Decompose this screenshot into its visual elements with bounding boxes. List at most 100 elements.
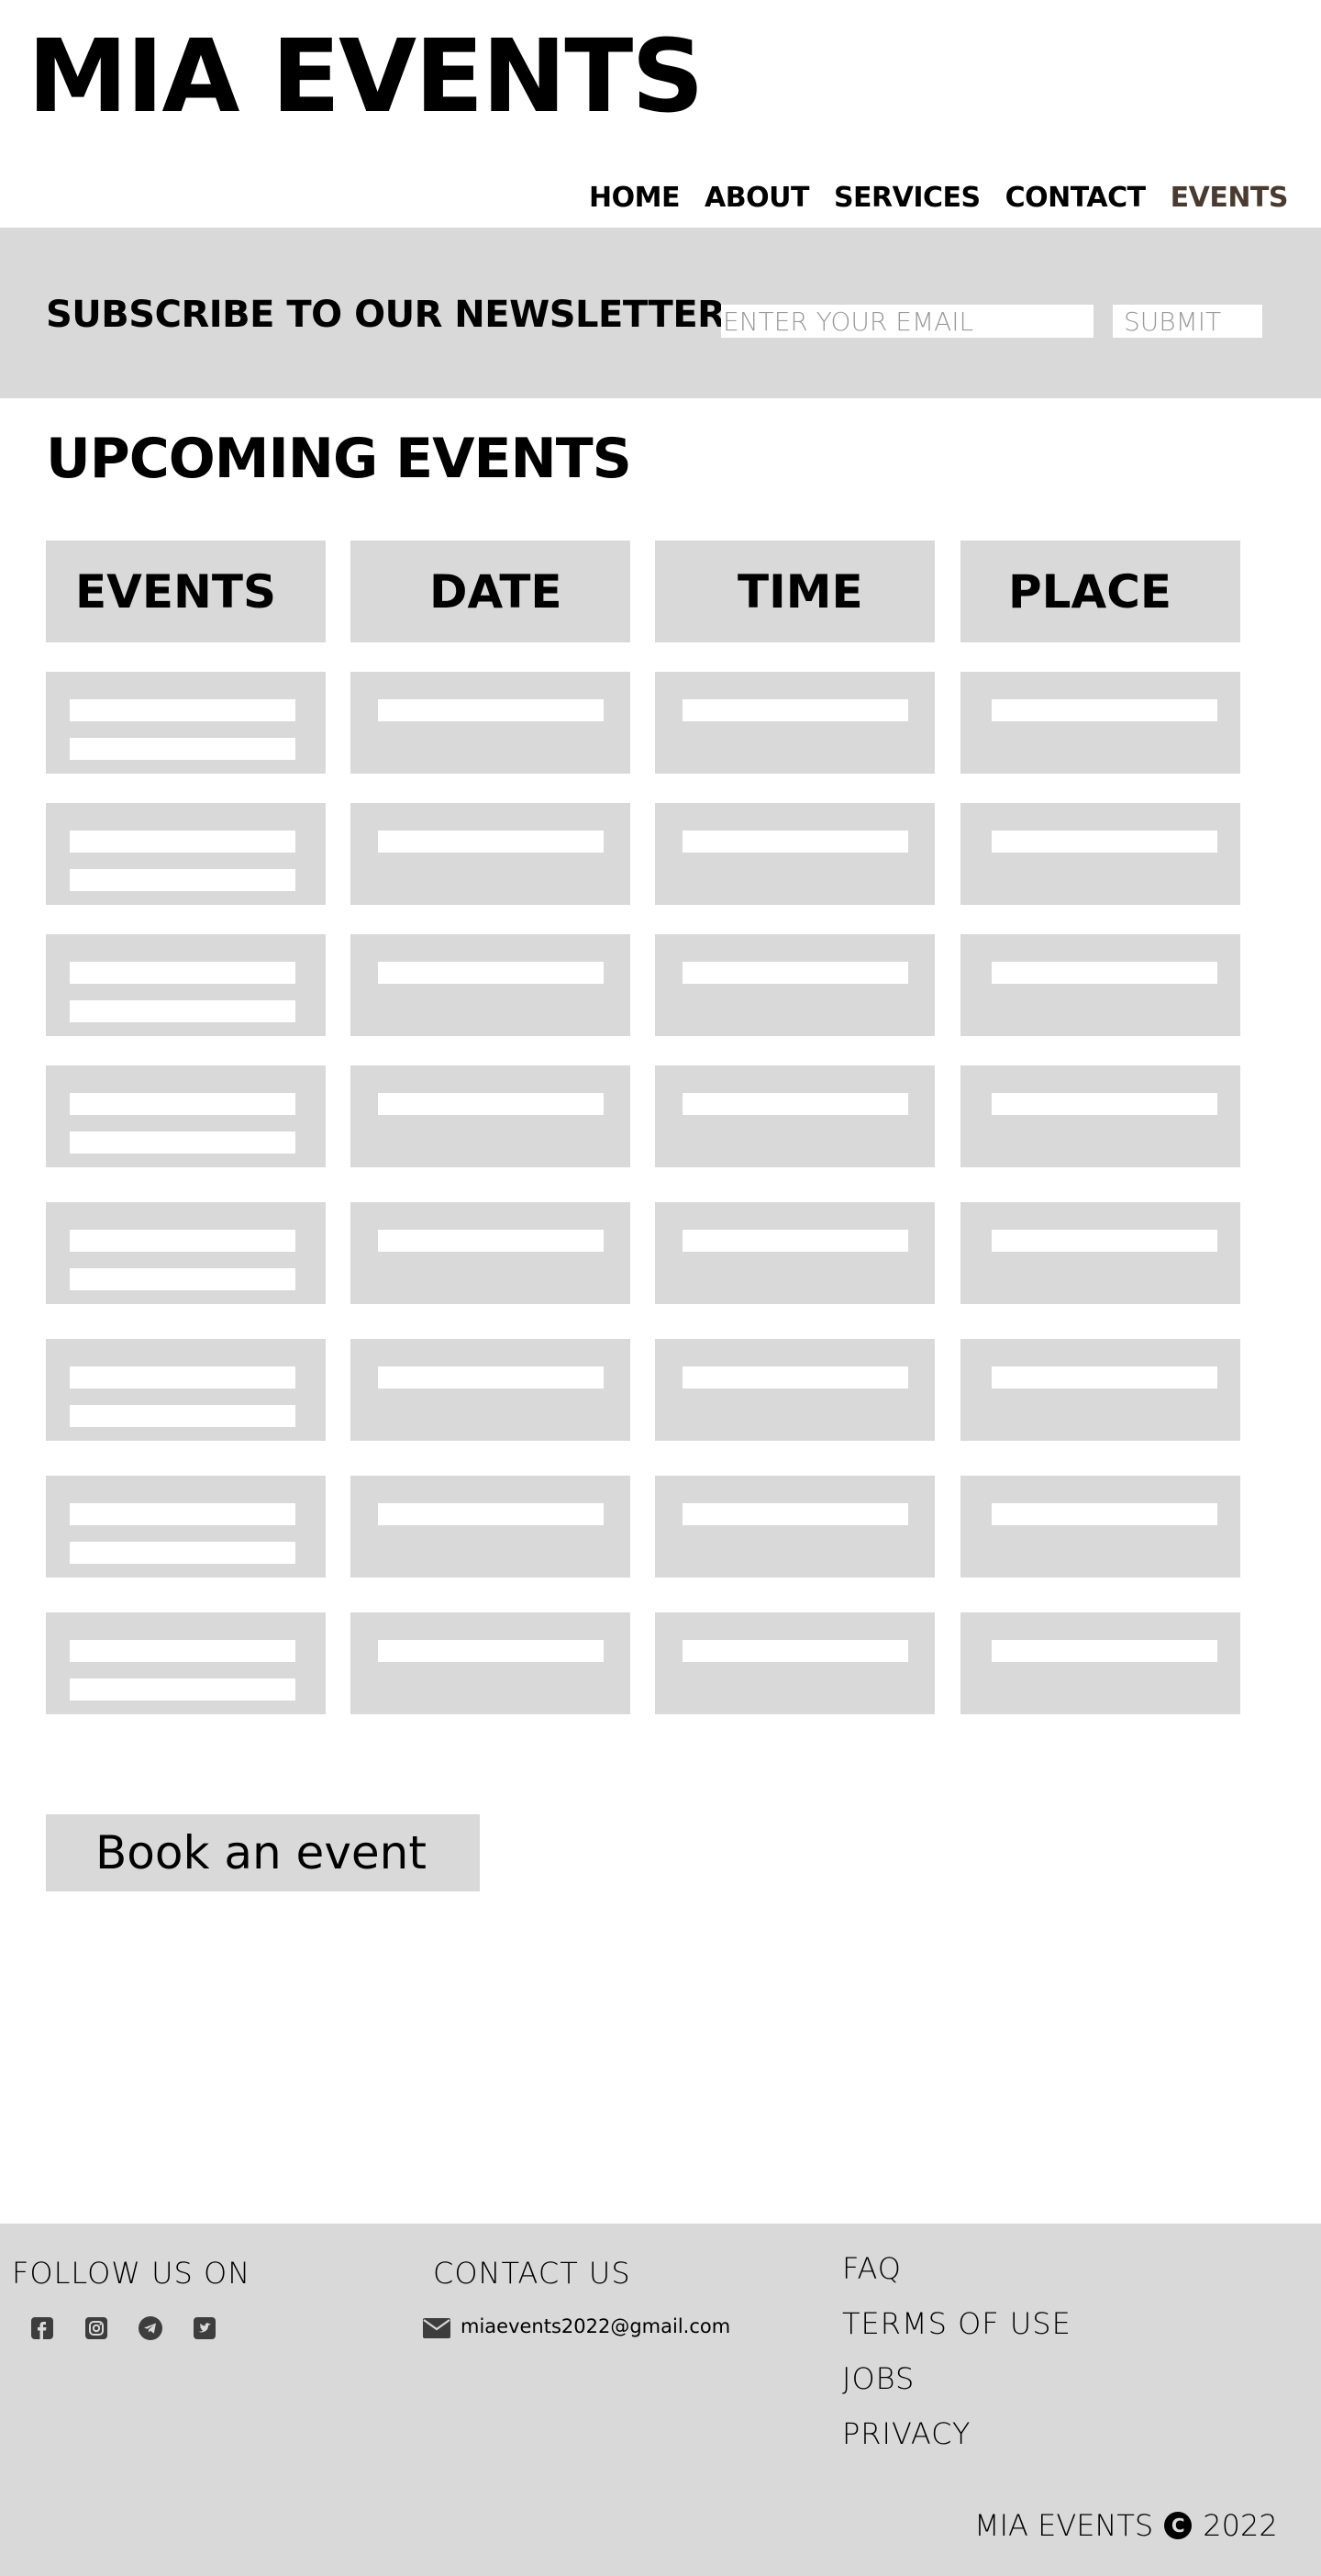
placeholder-line (992, 962, 1217, 984)
placeholder-line (992, 831, 1217, 853)
table-cell-time (655, 1339, 935, 1441)
table-cell-time (655, 803, 935, 905)
column-header-date: DATE (350, 541, 630, 642)
table-cell-event (46, 1065, 326, 1167)
placeholder-line (70, 1132, 295, 1154)
placeholder-line (70, 1366, 295, 1388)
placeholder-line (378, 1230, 604, 1252)
placeholder-line (683, 1093, 908, 1115)
table-cell-date (350, 672, 630, 774)
follow-us-title: FOLLOW US ON (12, 2256, 251, 2291)
placeholder-line (683, 1230, 908, 1252)
placeholder-line (992, 1503, 1217, 1525)
placeholder-line (378, 962, 604, 984)
placeholder-line (70, 699, 295, 721)
table-cell-place (960, 1339, 1240, 1441)
table-cell-time (655, 1612, 935, 1714)
table-cell-place (960, 934, 1240, 1036)
placeholder-line (992, 1366, 1217, 1388)
placeholder-line (70, 1542, 295, 1564)
placeholder-line (70, 869, 295, 891)
table-cell-date (350, 1339, 630, 1441)
table-cell-event (46, 1202, 326, 1304)
table-cell-place (960, 672, 1240, 774)
placeholder-line (378, 1366, 604, 1388)
newsletter-title: SUBSCRIBE TO OUR NEWSLETTER (46, 294, 726, 336)
table-cell-place (960, 803, 1240, 905)
facebook-icon[interactable] (29, 2315, 55, 2341)
copyright-year: 2022 (1203, 2508, 1278, 2543)
table-cell-date (350, 1202, 630, 1304)
placeholder-line (683, 699, 908, 721)
envelope-icon (422, 2315, 451, 2341)
table-cell-time (655, 1065, 935, 1167)
placeholder-line (70, 1093, 295, 1115)
copyright-brand: MIA EVENTS (974, 2508, 1154, 2543)
placeholder-line (683, 962, 908, 984)
placeholder-line (683, 1503, 908, 1525)
nav-events[interactable]: EVENTS (1171, 182, 1289, 214)
column-header-place: PLACE (960, 541, 1240, 642)
table-cell-event (46, 672, 326, 774)
placeholder-line (70, 1640, 295, 1662)
table-cell-date (350, 1612, 630, 1714)
table-cell-date (350, 934, 630, 1036)
placeholder-line (992, 1093, 1217, 1115)
placeholder-line (683, 1640, 908, 1662)
placeholder-line (683, 1366, 908, 1388)
site-logo[interactable]: MIA EVENTS (28, 26, 705, 127)
instagram-icon[interactable] (83, 2315, 109, 2341)
newsletter-section: SUBSCRIBE TO OUR NEWSLETTER SUBMIT (0, 228, 1321, 398)
table-cell-place (960, 1202, 1240, 1304)
placeholder-line (70, 1678, 295, 1701)
nav-home[interactable]: HOME (589, 182, 680, 214)
footer-link-jobs[interactable]: JOBS (842, 2361, 915, 2396)
nav-contact[interactable]: CONTACT (1005, 182, 1146, 214)
main-nav: HOME ABOUT SERVICES CONTACT EVENTS (589, 182, 1288, 214)
email-input[interactable] (721, 305, 1093, 338)
placeholder-line (378, 1093, 604, 1115)
placeholder-line (992, 699, 1217, 721)
contact-us-title: CONTACT US (433, 2256, 631, 2291)
placeholder-line (992, 1640, 1217, 1662)
placeholder-line (70, 831, 295, 853)
placeholder-line (378, 1503, 604, 1525)
placeholder-line (70, 1405, 295, 1427)
placeholder-line (70, 1503, 295, 1525)
table-cell-event (46, 1339, 326, 1441)
column-header-events: EVENTS (46, 541, 326, 642)
placeholder-line (378, 831, 604, 853)
nav-services[interactable]: SERVICES (834, 182, 981, 214)
footer-link-privacy[interactable]: PRIVACY (842, 2416, 971, 2451)
column-header-time: TIME (655, 541, 935, 642)
placeholder-line (378, 1640, 604, 1662)
placeholder-line (70, 1268, 295, 1290)
placeholder-line (683, 831, 908, 853)
table-cell-date (350, 1065, 630, 1167)
placeholder-line (70, 962, 295, 984)
table-cell-event (46, 803, 326, 905)
telegram-icon[interactable] (138, 2315, 163, 2341)
footer-link-terms[interactable]: TERMS OF USE (842, 2306, 1071, 2341)
copyright: MIA EVENTS C 2022 (974, 2508, 1278, 2543)
footer: FOLLOW US ON CONTACT US miaevents2022@gm… (0, 2224, 1321, 2576)
table-cell-place (960, 1476, 1240, 1578)
nav-about[interactable]: ABOUT (705, 182, 809, 214)
copyright-icon: C (1164, 2512, 1193, 2539)
footer-link-faq[interactable]: FAQ (842, 2251, 902, 2286)
table-cell-time (655, 1202, 935, 1304)
submit-button[interactable]: SUBMIT (1113, 305, 1262, 338)
twitter-icon[interactable] (192, 2315, 217, 2341)
placeholder-line (992, 1230, 1217, 1252)
placeholder-line (70, 1230, 295, 1252)
events-title: UPCOMING EVENTS (46, 427, 632, 491)
table-cell-time (655, 672, 935, 774)
placeholder-line (70, 738, 295, 760)
table-cell-place (960, 1065, 1240, 1167)
table-cell-event (46, 1476, 326, 1578)
table-cell-event (46, 934, 326, 1036)
contact-email[interactable]: miaevents2022@gmail.com (461, 2315, 730, 2337)
book-event-button[interactable]: Book an event (46, 1814, 480, 1891)
table-cell-date (350, 803, 630, 905)
table-cell-event (46, 1612, 326, 1714)
